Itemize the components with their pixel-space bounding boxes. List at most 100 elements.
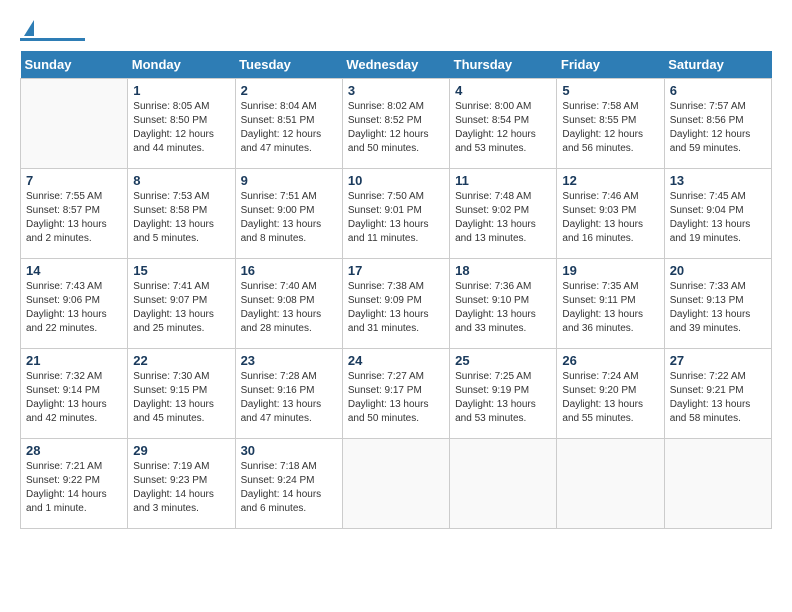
day-number: 8 <box>133 173 229 188</box>
day-number: 9 <box>241 173 337 188</box>
day-info: Sunrise: 8:00 AM Sunset: 8:54 PM Dayligh… <box>455 100 551 156</box>
calendar-cell: 21 Sunrise: 7:32 AM Sunset: 9:14 PM Dayli… <box>21 349 128 439</box>
day-number: 7 <box>26 173 122 188</box>
day-info: Sunrise: 7:40 AM Sunset: 9:08 PM Dayligh… <box>241 280 337 336</box>
day-number: 12 <box>562 173 658 188</box>
day-number: 14 <box>26 263 122 278</box>
calendar-cell: 5Sunrise: 7:58 AM Sunset: 8:55 PM Daylig… <box>557 79 664 169</box>
day-info: Sunrise: 7:38 AM Sunset: 9:09 PM Dayligh… <box>348 280 444 336</box>
calendar-table: SundayMondayTuesdayWednesdayThursdayFrid… <box>20 51 772 529</box>
day-number: 10 <box>348 173 444 188</box>
day-info: Sunrise: 7:30 AM Sunset: 9:15 PM Dayligh… <box>133 370 229 426</box>
day-info: Sunrise: 7:35 AM Sunset: 9:11 PM Dayligh… <box>562 280 658 336</box>
calendar-cell: 10 Sunrise: 7:50 AM Sunset: 9:01 PM Dayli… <box>342 169 449 259</box>
calendar-cell: 20 Sunrise: 7:33 AM Sunset: 9:13 PM Dayli… <box>664 259 771 349</box>
day-info: Sunrise: 8:02 AM Sunset: 8:52 PM Dayligh… <box>348 100 444 156</box>
day-info: Sunrise: 7:46 AM Sunset: 9:03 PM Dayligh… <box>562 190 658 246</box>
day-info: Sunrise: 7:28 AM Sunset: 9:16 PM Dayligh… <box>241 370 337 426</box>
calendar-cell: 17 Sunrise: 7:38 AM Sunset: 9:09 PM Dayli… <box>342 259 449 349</box>
calendar-cell: 1 Sunrise: 8:05 AM Sunset: 8:50 PM Daylig… <box>128 79 235 169</box>
calendar-cell <box>557 439 664 529</box>
week-row-2: 7 Sunrise: 7:55 AM Sunset: 8:57 PM Daylig… <box>21 169 772 259</box>
day-number: 17 <box>348 263 444 278</box>
calendar-cell: 18 Sunrise: 7:36 AM Sunset: 9:10 PM Dayli… <box>450 259 557 349</box>
day-info: Sunrise: 7:21 AM Sunset: 9:22 PM Dayligh… <box>26 460 122 516</box>
day-number: 16 <box>241 263 337 278</box>
day-number: 5 <box>562 83 658 98</box>
day-info: Sunrise: 8:05 AM Sunset: 8:50 PM Dayligh… <box>133 100 229 156</box>
day-number: 13 <box>670 173 766 188</box>
week-row-3: 14 Sunrise: 7:43 AM Sunset: 9:06 PM Dayli… <box>21 259 772 349</box>
calendar-cell: 9 Sunrise: 7:51 AM Sunset: 9:00 PM Daylig… <box>235 169 342 259</box>
calendar-cell: 4 Sunrise: 8:00 AM Sunset: 8:54 PM Daylig… <box>450 79 557 169</box>
day-number: 22 <box>133 353 229 368</box>
day-info: Sunrise: 8:04 AM Sunset: 8:51 PM Dayligh… <box>241 100 337 156</box>
logo-underline <box>20 38 85 41</box>
day-number: 23 <box>241 353 337 368</box>
day-number: 28 <box>26 443 122 458</box>
day-info: Sunrise: 7:18 AM Sunset: 9:24 PM Dayligh… <box>241 460 337 516</box>
calendar-cell <box>21 79 128 169</box>
day-info: Sunrise: 7:43 AM Sunset: 9:06 PM Dayligh… <box>26 280 122 336</box>
day-info: Sunrise: 7:48 AM Sunset: 9:02 PM Dayligh… <box>455 190 551 246</box>
calendar-cell: 25 Sunrise: 7:25 AM Sunset: 9:19 PM Dayli… <box>450 349 557 439</box>
day-number: 26 <box>562 353 658 368</box>
week-row-5: 28 Sunrise: 7:21 AM Sunset: 9:22 PM Dayli… <box>21 439 772 529</box>
calendar-cell: 11 Sunrise: 7:48 AM Sunset: 9:02 PM Dayli… <box>450 169 557 259</box>
calendar-cell: 24Sunrise: 7:27 AM Sunset: 9:17 PM Dayli… <box>342 349 449 439</box>
day-number: 4 <box>455 83 551 98</box>
week-row-1: 1 Sunrise: 8:05 AM Sunset: 8:50 PM Daylig… <box>21 79 772 169</box>
day-info: Sunrise: 7:25 AM Sunset: 9:19 PM Dayligh… <box>455 370 551 426</box>
day-info: Sunrise: 7:50 AM Sunset: 9:01 PM Dayligh… <box>348 190 444 246</box>
calendar-cell: 7 Sunrise: 7:55 AM Sunset: 8:57 PM Daylig… <box>21 169 128 259</box>
page-header <box>20 20 772 41</box>
calendar-cell: 2 Sunrise: 8:04 AM Sunset: 8:51 PM Daylig… <box>235 79 342 169</box>
weekday-header-thursday: Thursday <box>450 51 557 79</box>
day-info: Sunrise: 7:27 AM Sunset: 9:17 PM Dayligh… <box>348 370 444 426</box>
day-number: 3 <box>348 83 444 98</box>
calendar-cell: 12 Sunrise: 7:46 AM Sunset: 9:03 PM Dayli… <box>557 169 664 259</box>
day-info: Sunrise: 7:24 AM Sunset: 9:20 PM Dayligh… <box>562 370 658 426</box>
day-info: Sunrise: 7:41 AM Sunset: 9:07 PM Dayligh… <box>133 280 229 336</box>
day-number: 30 <box>241 443 337 458</box>
day-number: 27 <box>670 353 766 368</box>
calendar-cell: 22 Sunrise: 7:30 AM Sunset: 9:15 PM Dayli… <box>128 349 235 439</box>
calendar-cell: 8Sunrise: 7:53 AM Sunset: 8:58 PM Daylig… <box>128 169 235 259</box>
day-number: 19 <box>562 263 658 278</box>
logo-triangle-icon <box>24 20 34 36</box>
weekday-header-monday: Monday <box>128 51 235 79</box>
day-number: 11 <box>455 173 551 188</box>
calendar-cell: 29Sunrise: 7:19 AM Sunset: 9:23 PM Dayli… <box>128 439 235 529</box>
weekday-header-wednesday: Wednesday <box>342 51 449 79</box>
weekday-header-friday: Friday <box>557 51 664 79</box>
day-info: Sunrise: 7:55 AM Sunset: 8:57 PM Dayligh… <box>26 190 122 246</box>
day-number: 6 <box>670 83 766 98</box>
calendar-cell: 26 Sunrise: 7:24 AM Sunset: 9:20 PM Dayli… <box>557 349 664 439</box>
day-info: Sunrise: 7:45 AM Sunset: 9:04 PM Dayligh… <box>670 190 766 246</box>
day-number: 1 <box>133 83 229 98</box>
calendar-cell: 15 Sunrise: 7:41 AM Sunset: 9:07 PM Dayli… <box>128 259 235 349</box>
day-info: Sunrise: 7:33 AM Sunset: 9:13 PM Dayligh… <box>670 280 766 336</box>
calendar-cell <box>664 439 771 529</box>
day-number: 21 <box>26 353 122 368</box>
calendar-cell: 27 Sunrise: 7:22 AM Sunset: 9:21 PM Dayli… <box>664 349 771 439</box>
logo <box>20 20 85 41</box>
day-info: Sunrise: 7:22 AM Sunset: 9:21 PM Dayligh… <box>670 370 766 426</box>
day-number: 20 <box>670 263 766 278</box>
calendar-cell: 19 Sunrise: 7:35 AM Sunset: 9:11 PM Dayli… <box>557 259 664 349</box>
calendar-cell <box>342 439 449 529</box>
day-number: 25 <box>455 353 551 368</box>
week-row-4: 21 Sunrise: 7:32 AM Sunset: 9:14 PM Dayli… <box>21 349 772 439</box>
day-number: 2 <box>241 83 337 98</box>
weekday-header-tuesday: Tuesday <box>235 51 342 79</box>
weekday-header-sunday: Sunday <box>21 51 128 79</box>
day-number: 15 <box>133 263 229 278</box>
calendar-cell: 23 Sunrise: 7:28 AM Sunset: 9:16 PM Dayli… <box>235 349 342 439</box>
day-info: Sunrise: 7:36 AM Sunset: 9:10 PM Dayligh… <box>455 280 551 336</box>
day-info: Sunrise: 7:51 AM Sunset: 9:00 PM Dayligh… <box>241 190 337 246</box>
day-number: 18 <box>455 263 551 278</box>
day-info: Sunrise: 7:32 AM Sunset: 9:14 PM Dayligh… <box>26 370 122 426</box>
calendar-cell: 13 Sunrise: 7:45 AM Sunset: 9:04 PM Dayli… <box>664 169 771 259</box>
day-info: Sunrise: 7:19 AM Sunset: 9:23 PM Dayligh… <box>133 460 229 516</box>
calendar-cell <box>450 439 557 529</box>
